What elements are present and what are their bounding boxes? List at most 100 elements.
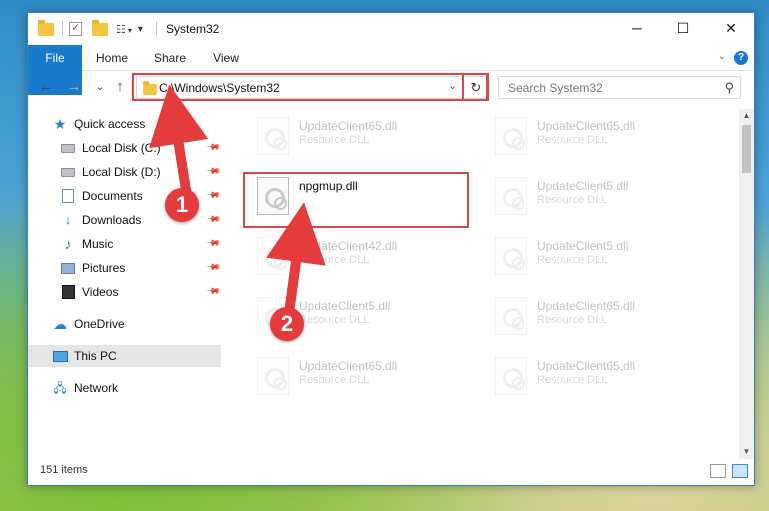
sidebar-item-quick-access[interactable]: ★ Quick access: [28, 113, 221, 135]
file-item[interactable]: UpdateClient42.dll Resource DLL: [241, 233, 471, 283]
collapse-ribbon-icon[interactable]: ⌄: [718, 51, 726, 62]
sidebar-item-label: Local Disk (D:): [82, 165, 161, 179]
minimize-button[interactable]: ─: [614, 13, 660, 43]
file-item[interactable]: UpdateClient5.dll Resource DLL: [479, 233, 709, 283]
sidebar-item-this-pc[interactable]: This PC: [28, 345, 221, 367]
pin-icon[interactable]: 📌: [206, 140, 221, 156]
close-button[interactable]: ✕: [708, 13, 754, 43]
documents-icon: [62, 189, 74, 203]
file-name: UpdateClient65.dll: [537, 299, 636, 313]
pin-icon[interactable]: 📌: [206, 236, 221, 252]
scroll-thumb[interactable]: [742, 125, 751, 173]
search-input[interactable]: Search System32: [508, 81, 603, 95]
sidebar-item-label: Pictures: [82, 261, 126, 275]
dll-file-icon: [257, 237, 289, 275]
file-type: Resource DLL: [537, 254, 608, 266]
file-name: UpdateClient5.dll: [299, 299, 391, 313]
scroll-up-icon[interactable]: ▲: [739, 109, 754, 123]
new-folder-icon[interactable]: [92, 19, 108, 36]
dll-file-icon: [495, 237, 527, 275]
file-name: UpdateClient65.dll: [299, 119, 398, 133]
file-type: Resource DLL: [537, 314, 608, 326]
sidebar-item-label: OneDrive: [74, 317, 125, 331]
sidebar-item-onedrive[interactable]: ☁ OneDrive: [28, 313, 221, 335]
maximize-button[interactable]: ☐: [660, 13, 706, 43]
sidebar-item-pictures[interactable]: Pictures 📌: [28, 257, 221, 279]
file-item[interactable]: UpdateClient5.dll Resource DLL: [479, 173, 709, 223]
help-icon[interactable]: ?: [734, 51, 748, 65]
pin-icon[interactable]: 📌: [206, 212, 221, 228]
navigation-pane: ★ Quick access Local Disk (C:) 📌 Local D…: [28, 109, 221, 459]
sidebar-item-videos[interactable]: Videos 📌: [28, 281, 221, 303]
drive-icon: [61, 144, 75, 153]
dll-file-icon: [257, 117, 289, 155]
title-separator: [156, 21, 157, 37]
file-highlight-box: [243, 172, 469, 228]
navigation-bar: ← → ⌄ ↑ C:\Windows\System32 ⌄ ↻ Search S…: [28, 71, 754, 103]
toolbar-dropdown-icon[interactable]: ▾: [138, 24, 143, 35]
videos-icon: [61, 285, 75, 299]
scroll-down-icon[interactable]: ▼: [739, 445, 754, 459]
file-name: UpdateClient5.dll: [537, 239, 629, 253]
onedrive-icon: ☁: [53, 316, 67, 332]
file-item[interactable]: UpdateClient65.dll Resource DLL: [479, 293, 709, 343]
tab-share[interactable]: Share: [148, 45, 192, 71]
forward-button[interactable]: →: [64, 77, 84, 97]
file-item[interactable]: UpdateClient65.dll Resource DLL: [241, 113, 471, 163]
properties-icon[interactable]: [69, 21, 82, 36]
file-item[interactable]: UpdateClient65.dll Resource DLL: [479, 353, 709, 403]
sidebar-item-label: Videos: [82, 285, 119, 299]
pin-icon[interactable]: 📌: [206, 284, 221, 300]
up-button[interactable]: ↑: [110, 77, 130, 97]
back-button[interactable]: ←: [36, 77, 56, 97]
music-icon: ♪: [64, 236, 72, 252]
ribbon-tabs: File Home Share View ⌄ ?: [28, 45, 754, 95]
details-view-icon[interactable]: [710, 464, 726, 478]
dll-file-icon: [495, 357, 527, 395]
refresh-highlight-box: [462, 73, 489, 101]
title-bar: ☷▾ ▾ System32 ─ ☐ ✕: [28, 13, 754, 45]
toolbar-separator: [62, 21, 63, 37]
file-type: Resource DLL: [537, 194, 608, 206]
sidebar-item-network[interactable]: 🖧 Network: [28, 377, 221, 399]
large-icons-view-icon[interactable]: [732, 464, 748, 478]
file-name: UpdateClient5.dll: [537, 179, 629, 193]
search-box[interactable]: Search System32 ⚲: [498, 76, 741, 99]
file-item[interactable]: UpdateClient65.dll Resource DLL: [479, 113, 709, 163]
search-icon: ⚲: [724, 80, 734, 95]
customize-toolbar-icon[interactable]: ☷ ▾: [116, 23, 132, 36]
file-name: UpdateClient65.dll: [537, 359, 636, 373]
callout-2: 2: [270, 307, 304, 341]
window-title: System32: [166, 22, 220, 36]
dll-file-icon: [495, 117, 527, 155]
tab-home[interactable]: Home: [90, 45, 134, 71]
status-bar: 151 items: [28, 459, 754, 485]
pictures-icon: [61, 263, 75, 274]
sidebar-item-label: Music: [82, 237, 114, 251]
folder-icon: [38, 19, 54, 36]
file-name: UpdateClient65.dll: [299, 359, 398, 373]
file-type: Resource DLL: [299, 134, 370, 146]
pin-icon[interactable]: 📌: [206, 260, 221, 276]
explorer-window: ☷▾ ▾ System32 ─ ☐ ✕ File Home Share View…: [27, 12, 755, 486]
callout-1: 1: [165, 188, 199, 222]
vertical-scrollbar[interactable]: ▲ ▼: [739, 109, 754, 459]
file-name: UpdateClient65.dll: [537, 119, 636, 133]
dll-file-icon: [495, 177, 527, 215]
file-type: Resource DLL: [537, 134, 608, 146]
star-icon: ★: [53, 116, 67, 132]
pin-icon[interactable]: 📌: [206, 188, 221, 204]
sidebar-item-local-disk-c[interactable]: Local Disk (C:) 📌: [28, 137, 221, 159]
this-pc-icon: [52, 351, 68, 362]
sidebar-item-music[interactable]: ♪ Music 📌: [28, 233, 222, 255]
recent-locations-button[interactable]: ⌄: [90, 77, 110, 97]
drive-icon: [61, 168, 75, 177]
pin-icon[interactable]: 📌: [206, 164, 221, 180]
file-item[interactable]: UpdateClient65.dll Resource DLL: [241, 353, 471, 403]
sidebar-item-label: Documents: [82, 189, 143, 203]
tab-view[interactable]: View: [206, 45, 246, 71]
sidebar-item-local-disk-d[interactable]: Local Disk (D:) 📌: [28, 161, 221, 183]
address-highlight-box: [132, 73, 488, 101]
dll-file-icon: [257, 357, 289, 395]
file-list: UpdateClient65.dll Resource DLL UpdateCl…: [221, 109, 741, 459]
